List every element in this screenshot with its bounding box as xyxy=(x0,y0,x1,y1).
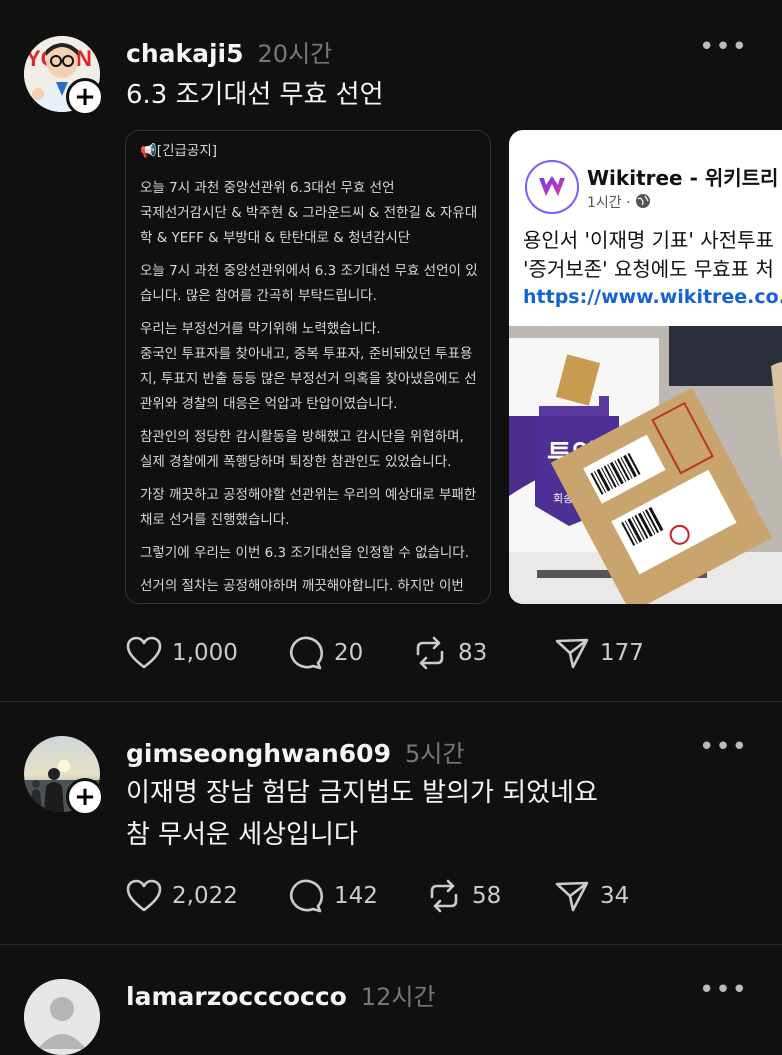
heart-icon xyxy=(126,879,162,912)
post-time: 12시간 xyxy=(360,983,436,1011)
comment-icon xyxy=(289,636,324,670)
more-options-icon[interactable]: ••• xyxy=(699,975,748,1005)
link-headline-line2: '증거보존' 요청에도 무효표 처 xyxy=(523,257,774,281)
article-photo: 투입구 회송용 xyxy=(509,326,782,604)
more-options-icon[interactable]: ••• xyxy=(699,32,748,62)
link-url[interactable]: https://www.wikitree.co.kr xyxy=(523,286,782,308)
post-text: 이재명 장남 험담 금지법도 발의가 되었네요 참 무서운 세상입니다 xyxy=(126,772,598,856)
repost-icon xyxy=(430,879,458,913)
repost-count: 58 xyxy=(472,883,502,909)
post-text: 6.3 조기대선 무효 선언 xyxy=(126,80,384,110)
link-headline-line1: 용인서 '이재명 기표' 사전투표 xyxy=(523,228,774,252)
notice-paragraph: 가장 깨끗하고 공정해야할 선관위는 우리의 예상대로 부패한채로 선거를 진행… xyxy=(140,487,477,528)
notice-paragraph: 선거의 절차는 공정해야하며 깨끗해야합니다. 하지만 이번 조기대선의 사전투… xyxy=(140,578,464,594)
send-icon xyxy=(555,638,589,669)
share-count: 177 xyxy=(600,640,644,666)
repost-count: 83 xyxy=(458,640,488,666)
ballot-box-image: 투입구 회송용 xyxy=(509,326,782,604)
wikitree-logo-icon xyxy=(525,160,579,214)
link-source-name: Wikitree - 위키트리 xyxy=(587,166,779,190)
notice-title: 📢[긴급공지] xyxy=(140,143,218,159)
default-avatar-icon xyxy=(24,979,100,1055)
heart-icon xyxy=(126,636,162,669)
repost-button[interactable]: 58 xyxy=(426,879,554,913)
avatar-wrap[interactable]: + xyxy=(24,736,104,816)
username-text[interactable]: gimseonghwan609 xyxy=(126,739,391,768)
repost-icon xyxy=(416,636,444,670)
username[interactable]: lamarzocccocco 12시간 xyxy=(126,977,436,1012)
more-options-icon[interactable]: ••• xyxy=(699,732,748,762)
post-actions: 2,022 142 58 34 xyxy=(126,879,629,913)
notice-image-card[interactable]: 📢[긴급공지] 오늘 7시 과천 중앙선관위 6.3대선 무효 선언 국제선거감… xyxy=(125,130,491,604)
link-headline: 용인서 '이재명 기표' 사전투표 '증거보존' 요청에도 무효표 처 xyxy=(523,226,774,284)
share-button[interactable]: 34 xyxy=(554,879,629,913)
post-time: 5시간 xyxy=(404,740,465,768)
avatar[interactable] xyxy=(24,979,100,1055)
post-chakaji5: YO N + chakaji5 20시간 ••• 6.3 조기대선 무효 선언 📢… xyxy=(0,0,782,700)
like-count: 2,022 xyxy=(172,883,238,909)
notice-paragraph: 참관인의 정당한 감시활동을 방해했고 감시단을 위협하며, 실제 경찰에게 폭… xyxy=(140,429,464,470)
link-source-time: 1시간 · xyxy=(587,192,651,213)
like-count: 1,000 xyxy=(172,640,238,666)
username-text[interactable]: chakaji5 xyxy=(126,39,244,68)
post-time: 20시간 xyxy=(257,40,333,68)
link-preview-card[interactable]: Wikitree - 위키트리 1시간 · 용인서 '이재명 기표' 사전투표 … xyxy=(509,130,782,604)
globe-icon xyxy=(635,193,651,213)
notice-paragraph: 오늘 7시 과천 중앙선관위 6.3대선 무효 선언 국제선거감시단 & 박주현… xyxy=(140,180,478,246)
notice-paragraph: 우리는 부정선거를 막기위해 노력했습니다. 중국인 투표자를 찾아내고, 중복… xyxy=(140,321,477,412)
like-button[interactable]: 2,022 xyxy=(126,879,288,913)
follow-plus-icon[interactable]: + xyxy=(66,78,104,116)
username[interactable]: gimseonghwan609 5시간 xyxy=(126,734,464,769)
username-text[interactable]: lamarzocccocco xyxy=(126,982,347,1011)
follow-plus-icon[interactable]: + xyxy=(66,778,104,816)
notice-paragraph: 오늘 7시 과천 중앙선관위에서 6.3 조기대선 무효 선언이 있습니다. 많… xyxy=(140,263,478,304)
link-time-text: 1시간 · xyxy=(587,195,631,211)
comment-icon xyxy=(289,879,324,913)
post-text-line1: 이재명 장남 험담 금지법도 발의가 되었네요 xyxy=(126,778,598,808)
reply-button[interactable]: 142 xyxy=(288,879,426,913)
post-lamarzocccocco: lamarzocccocco 12시간 ••• xyxy=(0,945,782,1055)
notice-paragraph: 그렇기에 우리는 이번 6.3 조기대선을 인정할 수 없습니다. xyxy=(140,545,470,561)
reply-count: 142 xyxy=(334,883,378,909)
svg-text:N: N xyxy=(76,46,92,71)
send-icon xyxy=(555,881,589,912)
post-actions: 1,000 20 83 177 xyxy=(126,636,644,670)
username[interactable]: chakaji5 20시간 xyxy=(126,34,332,69)
share-button[interactable]: 177 xyxy=(554,636,644,670)
share-count: 34 xyxy=(600,883,630,909)
post-text-line2: 참 무서운 세상입니다 xyxy=(126,820,358,850)
avatar-wrap[interactable] xyxy=(24,979,100,1055)
notice-body: 오늘 7시 과천 중앙선관위 6.3대선 무효 선언 국제선거감시단 & 박주현… xyxy=(140,176,478,603)
like-button[interactable]: 1,000 xyxy=(126,636,288,670)
reply-button[interactable]: 20 xyxy=(288,636,412,670)
post-gimseonghwan609: + gimseonghwan609 5시간 ••• 이재명 장남 험담 금지법도 … xyxy=(0,702,782,942)
avatar-wrap[interactable]: YO N + xyxy=(24,36,104,116)
repost-button[interactable]: 83 xyxy=(412,636,554,670)
reply-count: 20 xyxy=(334,640,364,666)
